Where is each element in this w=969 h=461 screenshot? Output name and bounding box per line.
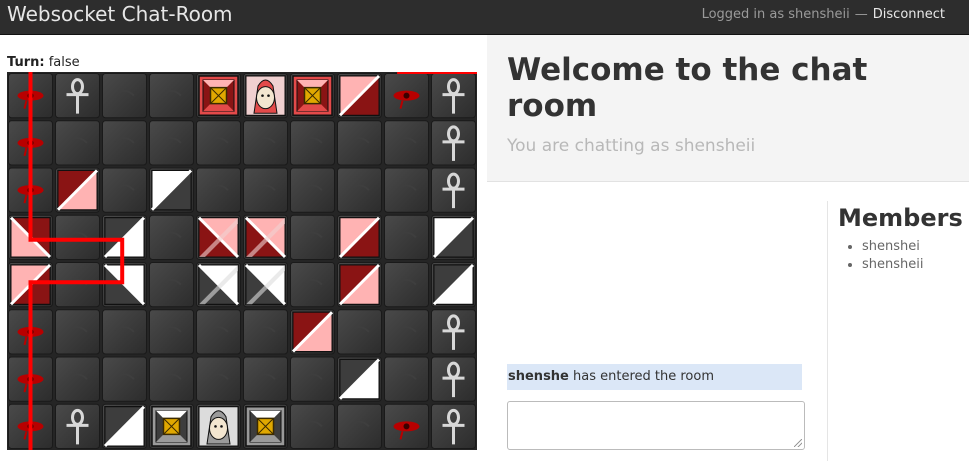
red-pharaoh-piece[interactable] [245,75,286,116]
silver-djed-piece[interactable] [244,263,287,306]
board-square[interactable] [337,403,382,449]
board-square[interactable] [55,356,100,402]
board-square[interactable] [149,262,194,308]
board-square[interactable] [196,356,241,402]
red-pyramid-piece[interactable] [338,263,381,306]
board-square[interactable] [290,214,335,260]
disconnect-link[interactable]: Disconnect [873,7,945,22]
red-obelisk-piece[interactable] [198,75,239,116]
red-obelisk-piece[interactable] [292,75,333,116]
board-square[interactable] [149,214,194,260]
board-square[interactable] [290,356,335,402]
silver-pharaoh-piece[interactable] [198,406,239,447]
board-square[interactable] [102,167,147,213]
silver-pyramid-piece[interactable] [432,216,475,259]
board-square[interactable] [290,120,335,166]
logged-in-text: Logged in as shensheii [701,7,850,22]
member-item: shenshei [862,238,923,256]
welcome-title: Welcome to the chat room [507,52,868,124]
board-square[interactable] [55,309,100,355]
board-square[interactable] [149,73,194,119]
board-square[interactable] [384,262,429,308]
red-pyramid-piece[interactable] [56,169,99,211]
chat-message: shenshe has entered the room [507,364,802,390]
board-square[interactable] [196,167,241,213]
red-djed-piece[interactable] [197,216,240,259]
silver-pyramid-piece[interactable] [103,405,146,448]
silver-pyramid-piece[interactable] [103,263,146,306]
turn-label: Turn: [7,55,45,70]
board-square[interactable] [290,403,335,449]
board-square[interactable] [290,167,335,213]
silver-pyramid-piece[interactable] [338,358,381,400]
board-square[interactable] [243,356,288,402]
board-square[interactable] [243,120,288,166]
user-status: Logged in as shensheii — Disconnect [702,7,945,22]
message-user: shenshe [508,369,569,384]
board-square[interactable] [102,73,147,119]
red-djed-piece[interactable] [244,216,287,259]
app-title[interactable]: Websocket Chat-Room [7,2,233,26]
members-list: shenshei shensheii [838,238,923,274]
silver-djed-piece[interactable] [197,263,240,306]
board-square[interactable] [102,356,147,402]
top-navbar: Websocket Chat-Room Logged in as shenshe… [0,0,969,35]
board-square[interactable] [149,356,194,402]
status-separator: — [854,7,868,22]
board-square[interactable] [384,309,429,355]
board-square[interactable] [102,120,147,166]
silver-obelisk-piece[interactable] [245,406,286,447]
members-heading: Members [838,204,963,232]
board-square[interactable] [243,167,288,213]
board-square[interactable] [384,356,429,402]
silver-pyramid-piece[interactable] [150,169,193,211]
board-square[interactable] [196,309,241,355]
silver-pyramid-piece[interactable] [432,263,475,306]
board-square[interactable] [337,120,382,166]
red-pyramid-piece[interactable] [338,216,381,259]
red-pyramid-piece[interactable] [291,311,334,353]
board-square[interactable] [149,120,194,166]
board-square[interactable] [196,120,241,166]
board-square[interactable] [290,262,335,308]
resize-grip-icon[interactable] [794,439,802,447]
red-pyramid-piece[interactable] [338,74,381,117]
board-square[interactable] [149,309,194,355]
chatting-as-subtitle: You are chatting as shensheii [507,136,756,156]
turn-value: false [48,55,80,70]
board-square[interactable] [384,214,429,260]
members-panel: Members shenshei shensheii [827,201,969,461]
turn-indicator: Turn: false [7,55,80,70]
board-square[interactable] [243,309,288,355]
board-square[interactable] [55,120,100,166]
board-square[interactable] [384,120,429,166]
board-square[interactable] [384,167,429,213]
board-square[interactable] [55,262,100,308]
board-square[interactable] [337,309,382,355]
board-square[interactable] [337,167,382,213]
silver-pyramid-piece[interactable] [103,216,146,259]
chat-input[interactable] [507,401,805,450]
silver-obelisk-piece[interactable] [151,406,192,447]
member-item: shensheii [862,256,923,274]
welcome-banner: Welcome to the chat room You are chattin… [487,35,969,182]
board-square[interactable] [102,309,147,355]
board-square[interactable] [55,214,100,260]
message-text: has entered the room [573,369,714,384]
game-board[interactable] [7,72,477,450]
